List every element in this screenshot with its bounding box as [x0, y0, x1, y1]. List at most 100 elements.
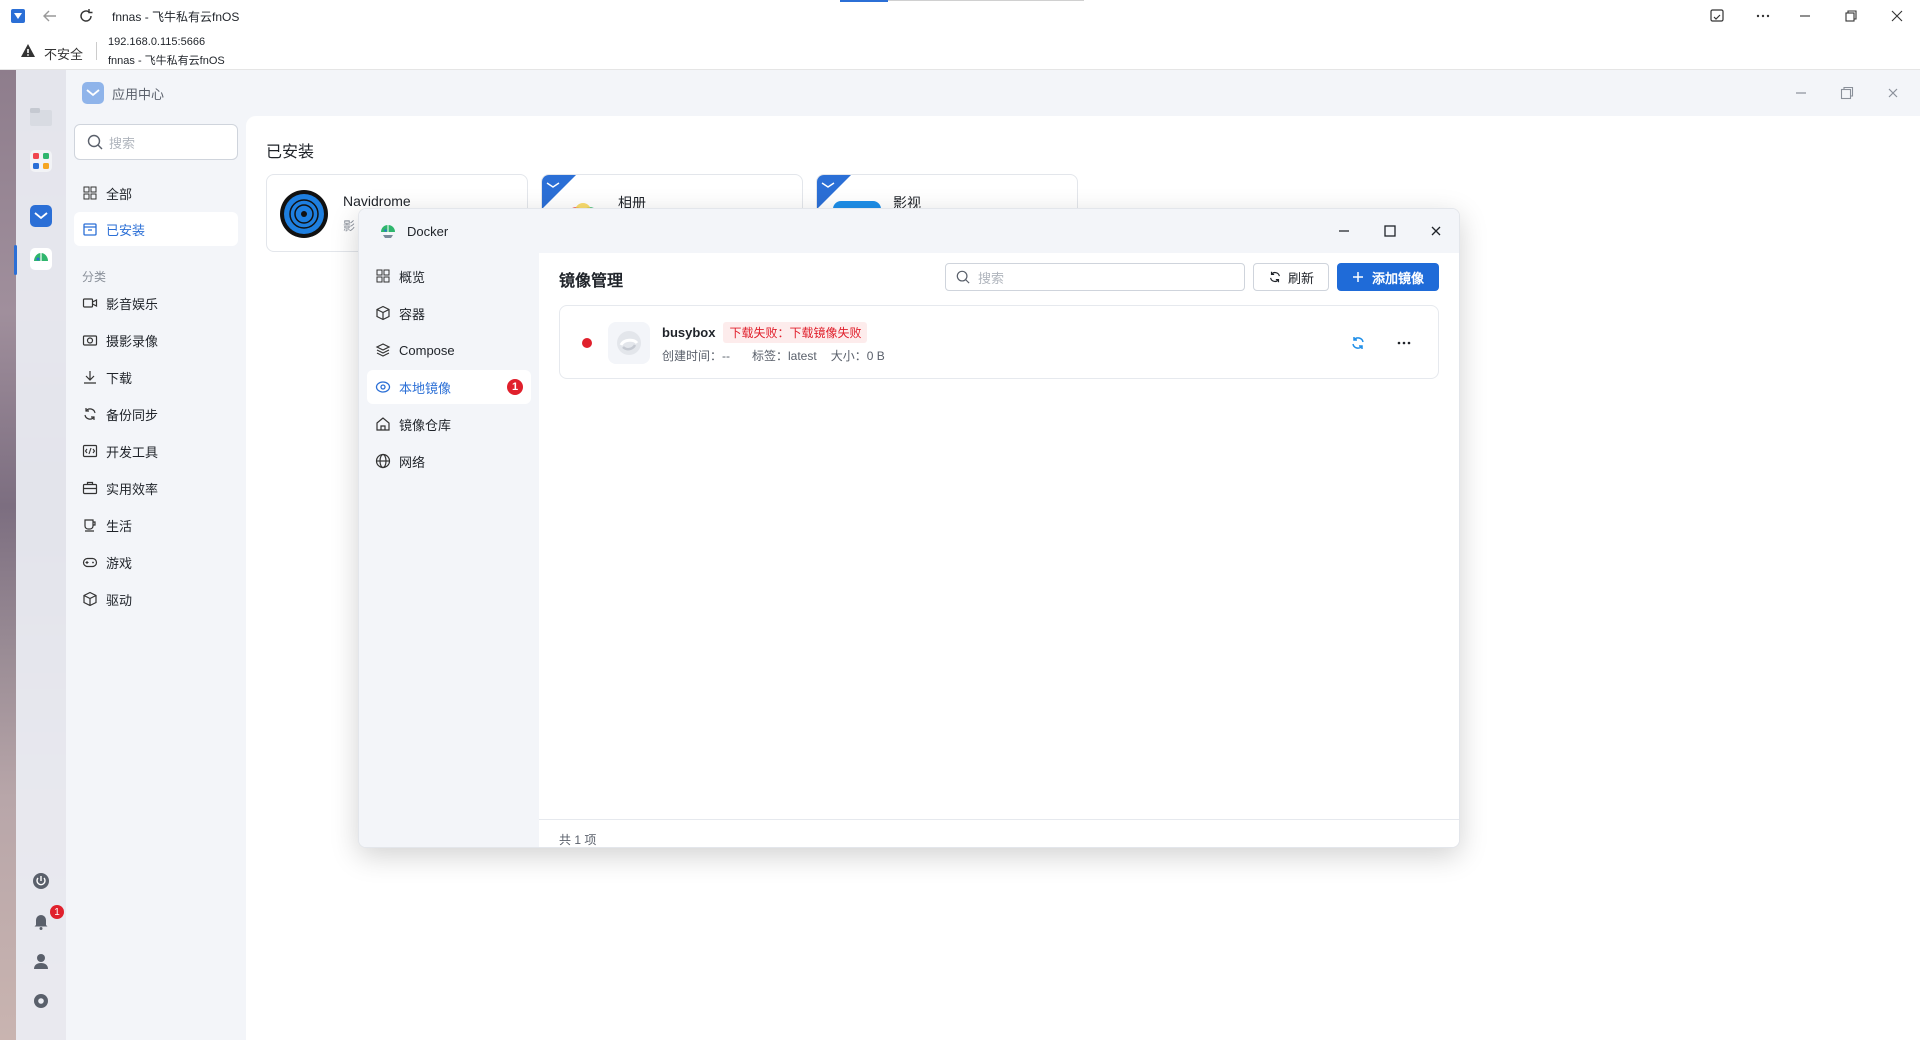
- docker-close-icon[interactable]: [1429, 224, 1443, 238]
- active-app-indicator: [14, 245, 17, 275]
- app-center-logo-icon: [82, 82, 104, 104]
- app-center-title: 应用中心: [112, 86, 165, 102]
- video-camera-icon: [82, 298, 98, 308]
- tab-title: fnnas - 飞牛私有云fnOS: [112, 9, 240, 24]
- file-manager-icon[interactable]: [30, 108, 52, 126]
- layers-icon: [375, 343, 391, 357]
- category-drivers[interactable]: 驱动: [74, 582, 238, 616]
- status-dot: [582, 338, 592, 348]
- image-management-title: 镜像管理: [559, 273, 624, 290]
- code-icon: [82, 444, 98, 458]
- docker-nav-network[interactable]: 网络: [367, 444, 531, 478]
- app-search-input[interactable]: 搜索: [74, 124, 238, 160]
- power-icon[interactable]: [32, 872, 50, 890]
- cast-icon[interactable]: [1694, 0, 1740, 32]
- plus-icon: [1352, 272, 1363, 282]
- gamepad-icon: [82, 557, 98, 568]
- fnos-dock-icon[interactable]: [30, 205, 52, 227]
- category-label: 开发工具: [106, 444, 159, 460]
- dock: 1: [14, 70, 66, 1040]
- close-window-icon[interactable]: [1874, 0, 1920, 32]
- reload-icon[interactable]: [68, 0, 104, 32]
- docker-maximize-icon[interactable]: [1383, 224, 1397, 238]
- grid-icon: [83, 186, 97, 200]
- local-images-badge: 1: [507, 379, 523, 395]
- category-backup[interactable]: 备份同步: [74, 397, 238, 431]
- image-size: 大小：0 B: [830, 349, 885, 363]
- docker-dock-icon[interactable]: [30, 248, 52, 270]
- settings-gear-icon[interactable]: [32, 992, 50, 1010]
- browser-titlebar: fnnas - 飞牛私有云fnOS: [0, 0, 1920, 32]
- category-devtools[interactable]: 开发工具: [74, 434, 238, 468]
- url-text[interactable]: 192.168.0.115:5666: [108, 36, 205, 48]
- docker-nav-label: 网络: [399, 454, 426, 470]
- add-image-label: 添加镜像: [1371, 270, 1424, 286]
- back-icon[interactable]: [32, 0, 68, 32]
- image-created: 创建时间：--: [662, 349, 730, 363]
- category-download[interactable]: 下载: [74, 360, 238, 394]
- notification-bell-icon[interactable]: [32, 912, 50, 930]
- tab-indicator: [840, 0, 888, 2]
- user-icon[interactable]: [32, 952, 50, 970]
- page-title-text: fnnas - 飞牛私有云fnOS: [108, 55, 225, 67]
- category-label: 游戏: [106, 555, 133, 571]
- ac-restore-icon[interactable]: [1840, 86, 1854, 100]
- search-icon: [956, 270, 970, 284]
- more-actions-icon[interactable]: [1396, 335, 1412, 351]
- category-media[interactable]: 影音娱乐: [74, 286, 238, 320]
- docker-window: Docker 概览 容器 Compose 本地镜像 1 镜像仓库 网络 镜像管理…: [358, 208, 1460, 848]
- cube-icon: [83, 591, 97, 607]
- docker-nav-registry[interactable]: 镜像仓库: [367, 407, 531, 441]
- more-menu-icon[interactable]: [1740, 0, 1786, 32]
- refresh-label: 刷新: [1287, 270, 1314, 286]
- docker-nav-containers[interactable]: 容器: [367, 296, 531, 330]
- installed-heading: 已安装: [266, 144, 315, 161]
- search-placeholder: 搜索: [109, 135, 136, 151]
- category-productivity[interactable]: 实用效率: [74, 471, 238, 505]
- ac-minimize-icon[interactable]: [1794, 86, 1808, 100]
- category-label: 生活: [106, 518, 133, 534]
- image-search-input[interactable]: 搜索: [945, 263, 1245, 291]
- docker-minimize-icon[interactable]: [1337, 224, 1351, 238]
- app-center-dock-icon[interactable]: [30, 150, 52, 172]
- add-image-button[interactable]: 添加镜像: [1337, 263, 1439, 291]
- docker-nav-label: Compose: [399, 342, 455, 358]
- retry-download-icon[interactable]: [1350, 335, 1366, 351]
- refresh-button[interactable]: 刷新: [1253, 263, 1329, 291]
- docker-nav-compose[interactable]: Compose: [367, 333, 531, 367]
- category-photography[interactable]: 摄影录像: [74, 323, 238, 357]
- category-heading: 分类: [82, 270, 107, 284]
- total-count: 共 1 项: [559, 833, 597, 847]
- docker-nav-overview[interactable]: 概览: [367, 259, 531, 293]
- cube-icon: [376, 305, 390, 321]
- docker-nav-label: 本地镜像: [399, 380, 452, 396]
- briefcase-icon: [82, 481, 98, 495]
- notification-badge: 1: [50, 905, 64, 919]
- minimize-window-icon[interactable]: [1782, 0, 1828, 32]
- docker-nav-local-images[interactable]: 本地镜像 1: [367, 370, 531, 404]
- category-label: 摄影录像: [106, 333, 159, 349]
- restore-window-icon[interactable]: [1828, 0, 1874, 32]
- cup-icon: [84, 519, 96, 532]
- category-label: 影音娱乐: [106, 296, 159, 312]
- image-disc-icon: [375, 381, 391, 393]
- image-row[interactable]: busybox 下载失败：下载镜像失败 创建时间：-- 标签：latest 大小…: [559, 305, 1439, 379]
- docker-nav-label: 镜像仓库: [399, 417, 452, 433]
- security-label[interactable]: 不安全: [44, 44, 83, 63]
- image-placeholder-icon: [608, 322, 650, 364]
- nav-all[interactable]: 全部: [74, 176, 238, 210]
- docker-title: Docker: [407, 223, 449, 239]
- category-label: 备份同步: [106, 407, 159, 423]
- category-games[interactable]: 游戏: [74, 545, 238, 579]
- refresh-icon: [1270, 271, 1280, 283]
- nav-installed[interactable]: 已安装: [74, 212, 238, 246]
- image-search-placeholder: 搜索: [978, 270, 1005, 286]
- ac-close-icon[interactable]: [1886, 86, 1900, 100]
- installed-box-icon: [83, 223, 97, 236]
- app-center-sidebar: 搜索 全部 已安装 分类 影音娱乐 摄影录像 下载 备份同步 开发工具 实用效率…: [66, 116, 246, 1040]
- app-name: Navidrome: [343, 193, 411, 209]
- category-life[interactable]: 生活: [74, 508, 238, 542]
- nav-label: 全部: [106, 186, 133, 202]
- image-name: busybox: [662, 325, 716, 340]
- warning-icon: [20, 43, 36, 58]
